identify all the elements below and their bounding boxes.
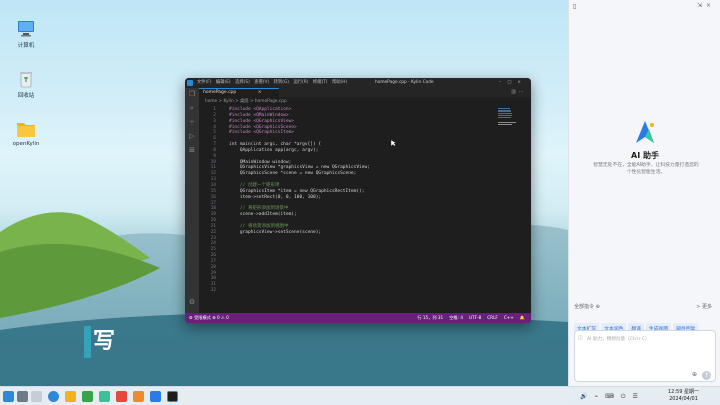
close-icon[interactable]: × <box>517 80 527 85</box>
status-bar: ⚙ 受限模式 ⊗ 0 ⚠ 0 行 15，列 31 空格: 4 UTF-8 CRLF C+… <box>185 313 531 323</box>
assistant-input-placeholder: AI 助力，畅想创意（Ctrl+C） <box>587 337 650 342</box>
ime-indicator[interactable]: 写 <box>84 326 116 358</box>
desktop-icon-trash[interactable]: 回收站 <box>0 70 56 99</box>
notification-tray-icon[interactable]: ☰ <box>633 393 638 400</box>
ai-assistant-panel: ▯ ⇲× AI 助手 智慧无处不在，全能AI助手，让科技力量打造您的个性化智能生… <box>568 0 720 386</box>
tab-close-icon[interactable]: × <box>258 90 262 95</box>
kylin-code-taskbar-icon[interactable] <box>167 391 178 402</box>
source-control-icon[interactable]: ⑂ <box>185 116 199 129</box>
menu-bar: 文件(F) 编辑(E) 选择(S) 查看(V) 转到(G) 运行(R) 终端(T) 帮助(H) <box>197 78 352 88</box>
status-indent[interactable]: 空格: 4 <box>449 315 463 320</box>
ai-assistant-logo-icon <box>636 121 654 143</box>
more-actions-icon[interactable]: ⋯ <box>519 89 527 95</box>
extensions-icon[interactable]: ⊞ <box>185 144 199 157</box>
status-encoding[interactable]: UTF-8 <box>469 315 481 320</box>
network-icon[interactable]: ⌁ <box>594 393 598 400</box>
status-right: 行 15，列 31 空格: 4 UTF-8 CRLF C++ 🔔 <box>411 313 525 323</box>
mouse-cursor-icon <box>391 140 397 146</box>
settings-gear-icon[interactable]: ⚙ <box>185 296 199 309</box>
menu-item-view[interactable]: 查看(V) <box>254 80 269 85</box>
app-green-icon[interactable] <box>99 391 110 402</box>
code-area[interactable]: 1 #include <QApplication> 2 #include <QMain… <box>199 107 499 313</box>
status-left[interactable]: ⚙ 受限模式 ⊗ 0 ⚠ 0 <box>189 313 229 323</box>
assistant-description: 智慧无处不在，全能AI助手，让科技力量打造您的个性化智能生活。 <box>593 163 699 175</box>
browser-icon[interactable] <box>48 391 59 402</box>
desktop-icon-label: openKylin <box>12 141 40 147</box>
pin-icon[interactable]: ⇲ <box>697 2 706 9</box>
start-menu-icon[interactable] <box>3 391 14 402</box>
menu-item-help[interactable]: 帮助(H) <box>332 80 347 85</box>
window-title: homePage.cpp - Kylin Code <box>375 80 434 85</box>
taskview-icon[interactable] <box>17 391 28 402</box>
all-commands-label[interactable]: 全部指令 ⊕ <box>574 303 600 310</box>
panel-menu-icon[interactable]: ▯ <box>573 3 576 10</box>
tab-homepage-cpp[interactable]: homePage.cpp × <box>199 88 279 97</box>
assistant-input-box[interactable]: ◫ AI 助力，畅想创意（Ctrl+C） ⊕ ↑ <box>574 330 716 382</box>
clock[interactable]: 12:59 星期一 2024/04/01 <box>668 389 699 403</box>
status-eol[interactable]: CRLF <box>487 315 498 320</box>
tab-label: homePage.cpp <box>203 90 237 95</box>
desktop: 计算机 回收站 openKylin 文件(F) 编辑(E) 选择(S) 查看(V) 转到… <box>0 0 720 405</box>
panel-close-icon[interactable]: × <box>706 2 715 9</box>
menu-item-goto[interactable]: 转到(G) <box>274 80 289 85</box>
code-editor-window[interactable]: 文件(F) 编辑(E) 选择(S) 查看(V) 转到(G) 运行(R) 终端(T) 帮助(H)… <box>185 78 531 323</box>
volume-icon[interactable]: 🔊 <box>580 393 587 400</box>
breadcrumb[interactable]: home > Kylin > 桌面 > homePage.cpp <box>205 98 287 104</box>
menu-item-edit[interactable]: 编辑(E) <box>216 80 231 85</box>
folder-icon <box>16 120 36 138</box>
search-icon[interactable]: ⌕ <box>185 102 199 115</box>
notifications-icon[interactable]: 🔔 <box>520 315 525 320</box>
run-debug-icon[interactable]: ▷ <box>185 130 199 143</box>
clock-date: 2024/04/01 <box>669 396 698 402</box>
activity-bar: ❐ ⌕ ⑂ ▷ ⊞ ⚙ <box>185 88 199 313</box>
desktop-icon-label: 计算机 <box>17 43 35 49</box>
editor-tabs: homePage.cpp × ▥⋯ <box>199 88 531 97</box>
trash-icon <box>16 70 36 88</box>
desktop-icon-openkylin[interactable]: openKylin <box>0 120 56 147</box>
editor-titlebar[interactable]: 文件(F) 编辑(E) 选择(S) 查看(V) 转到(G) 运行(R) 终端(T) 帮助(H)… <box>185 78 531 88</box>
taskbar: 🔊 ⌁ ⌨ ⏻ ☰ 12:59 星期一 2024/04/01 <box>0 386 720 405</box>
code-line[interactable]: 32 <box>199 288 499 294</box>
app-orange-icon[interactable] <box>133 391 144 402</box>
ai-assistant-taskbar-icon[interactable] <box>150 391 161 402</box>
maximize-icon[interactable]: □ <box>507 80 517 85</box>
file-manager-icon[interactable] <box>65 391 76 402</box>
line-number: 32 <box>210 288 216 294</box>
explorer-icon[interactable]: ❐ <box>185 88 199 101</box>
assistant-title: AI 助手 <box>631 151 659 160</box>
attach-icon[interactable]: ◫ <box>578 335 583 341</box>
panel-actions: ⇲× <box>697 2 715 9</box>
menu-item-file[interactable]: 文件(F) <box>197 80 211 85</box>
window-controls: –□× <box>499 78 527 88</box>
ime-tray-icon[interactable]: ⌨ <box>605 393 614 400</box>
minimap[interactable] <box>498 107 520 147</box>
editor-actions: ▥⋯ <box>511 88 527 97</box>
clock-time: 12:59 星期一 <box>668 389 699 395</box>
upload-icon[interactable]: ⊕ <box>692 371 697 378</box>
search-taskbar-icon[interactable] <box>31 391 42 402</box>
status-language[interactable]: C++ <box>504 315 514 320</box>
computer-icon <box>16 20 36 38</box>
menu-item-run[interactable]: 运行(R) <box>293 80 308 85</box>
menu-item-terminal[interactable]: 终端(T) <box>313 80 328 85</box>
ime-char: 写 <box>93 329 116 354</box>
system-tray: 🔊 ⌁ ⌨ ⏻ ☰ <box>580 387 645 405</box>
app-red-icon[interactable] <box>116 391 127 402</box>
desktop-icon-computer[interactable]: 计算机 <box>0 20 56 49</box>
ime-bar <box>84 326 91 358</box>
desktop-icon-label: 回收站 <box>17 93 35 99</box>
software-store-icon[interactable] <box>82 391 93 402</box>
power-icon[interactable]: ⏻ <box>621 393 626 400</box>
more-commands-link[interactable]: > 更多 <box>696 303 712 310</box>
send-icon[interactable]: ↑ <box>702 371 711 380</box>
split-editor-icon[interactable]: ▥ <box>511 89 519 95</box>
status-cursor-position[interactable]: 行 15，列 31 <box>417 315 443 320</box>
menu-item-select[interactable]: 选择(S) <box>235 80 250 85</box>
kylin-code-logo-icon <box>187 80 193 86</box>
